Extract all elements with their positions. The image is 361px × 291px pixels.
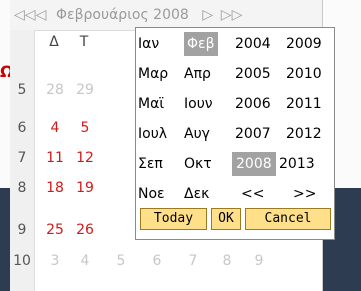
week-number: 6 (17, 120, 27, 136)
month-option-oct[interactable]: Οκτ (184, 152, 212, 176)
day-cell[interactable]: 12 (70, 146, 100, 170)
previous-month-button[interactable]: ◁ (32, 7, 50, 23)
today-button[interactable]: Today (140, 208, 207, 230)
next-month-button[interactable]: ▷ (199, 7, 217, 23)
previous-years-button[interactable]: << (241, 182, 264, 206)
day-cell[interactable]: 4 (70, 249, 100, 273)
day-cell[interactable]: 11 (40, 146, 70, 170)
background-edge-mark: Ω (0, 62, 10, 81)
week-number: 9 (17, 222, 27, 238)
month-option-jun[interactable]: Ιουν (184, 92, 213, 116)
day-cell[interactable]: 26 (70, 218, 100, 242)
month-option-may[interactable]: Μαϊ (138, 92, 164, 116)
next-year-button[interactable]: ▷▷ (221, 7, 243, 23)
year-option[interactable]: 2011 (286, 92, 322, 116)
year-option[interactable]: 2004 (235, 32, 271, 56)
day-cell[interactable]: 25 (40, 218, 70, 242)
week-number: 7 (17, 150, 27, 166)
ok-button[interactable]: OK (211, 208, 241, 230)
cancel-button[interactable]: Cancel (245, 208, 331, 230)
year-option[interactable]: 2012 (286, 122, 322, 146)
day-cell[interactable]: 18 (40, 176, 70, 200)
day-cell[interactable]: 4 (40, 116, 70, 140)
day-cell[interactable]: 19 (70, 176, 100, 200)
day-cell[interactable]: 3 (40, 249, 70, 273)
day-cell[interactable]: 7 (178, 249, 208, 273)
year-option[interactable]: 2007 (235, 122, 271, 146)
month-option-sep[interactable]: Σεπ (138, 152, 163, 176)
month-year-picker: Ιαν Φεβ Μαρ Απρ Μαϊ Ιουν Ιουλ Αυγ Σεπ Οκ… (135, 27, 335, 240)
year-option[interactable]: 2006 (235, 92, 271, 116)
weekday-head-tuesday: Τ (79, 34, 89, 50)
month-option-mar[interactable]: Μαρ (138, 62, 168, 86)
month-option-nov[interactable]: Νοε (138, 182, 165, 206)
day-cell[interactable]: 5 (106, 249, 136, 273)
day-cell[interactable]: 9 (244, 249, 274, 273)
day-cell[interactable]: 29 (70, 78, 100, 102)
weekday-head-monday: Δ (49, 34, 59, 50)
month-option-aug[interactable]: Αυγ (184, 122, 210, 146)
year-option[interactable]: 2013 (279, 152, 315, 176)
year-option[interactable]: 2005 (235, 62, 271, 86)
month-option-jan[interactable]: Ιαν (138, 32, 159, 56)
week-number: 8 (17, 180, 27, 196)
month-option-feb-selected[interactable]: Φεβ (184, 32, 218, 56)
month-option-apr[interactable]: Απρ (184, 62, 211, 86)
month-option-dec[interactable]: Δεκ (184, 182, 209, 206)
day-cell[interactable]: 5 (70, 116, 100, 140)
day-cell[interactable]: 28 (40, 78, 70, 102)
next-years-button[interactable]: >> (293, 182, 316, 206)
month-option-jul[interactable]: Ιουλ (138, 122, 167, 146)
month-title[interactable]: Φεβρουάριος 2008 (56, 7, 189, 23)
day-cell[interactable]: 8 (212, 249, 242, 273)
week-number: 5 (17, 82, 27, 98)
year-option[interactable]: 2009 (286, 32, 322, 56)
year-option[interactable]: 2010 (286, 62, 322, 86)
previous-year-button[interactable]: ◁◁ (14, 7, 36, 23)
year-option-selected[interactable]: 2008 (232, 152, 276, 176)
week-number: 10 (13, 253, 31, 269)
day-cell[interactable]: 6 (142, 249, 172, 273)
